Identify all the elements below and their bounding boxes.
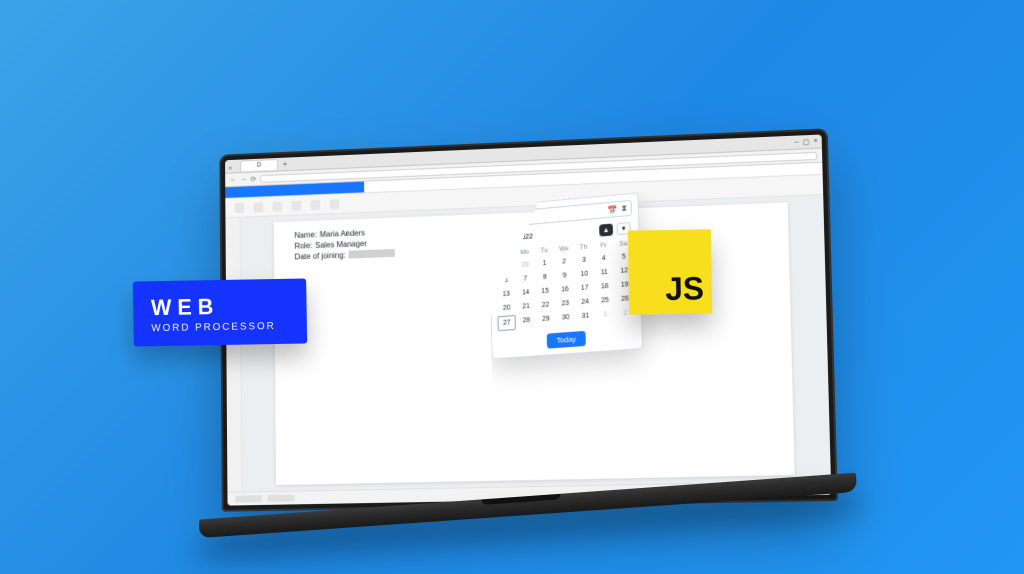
calendar-day[interactable]: 7: [516, 272, 535, 286]
calendar-day[interactable]: 24: [575, 295, 594, 309]
window-close-button[interactable]: ×: [813, 137, 817, 145]
calendar-day[interactable]: 18: [595, 279, 614, 294]
window-menu-icon: ▫: [229, 164, 234, 169]
text-cursor: [500, 215, 501, 224]
ruler-gutter: [225, 218, 242, 492]
calendar-day[interactable]: 27: [497, 315, 516, 331]
toolbar-button[interactable]: [292, 200, 302, 210]
calendar-day[interactable]: 22: [536, 298, 555, 312]
calendar-day[interactable]: 17: [575, 281, 594, 295]
badge-web-line1: WEB: [151, 293, 289, 321]
calendar-day[interactable]: 20: [497, 301, 516, 315]
status-segment: [235, 495, 262, 502]
web-word-processor-badge: WEB WORD PROCESSOR: [133, 278, 307, 346]
role-value: Sales Manager: [315, 239, 367, 250]
calendar-day[interactable]: 14: [516, 286, 535, 300]
date-picker-popover: 📅 ⧗ March 2022 ▲ ▾ SuMoTuWeThFrSa2728123…: [489, 192, 644, 359]
calendar-day[interactable]: 15: [536, 284, 555, 298]
toolbar-button[interactable]: [330, 199, 340, 209]
calendar-grid: SuMoTuWeThFrSa27281234567891011121314151…: [496, 238, 635, 331]
calendar-dow: Mo: [515, 246, 534, 258]
window-maximize-button[interactable]: ▢: [803, 138, 810, 146]
calendar-day[interactable]: 27: [496, 260, 515, 274]
window-minimize-button[interactable]: –: [795, 138, 799, 146]
nav-forward-button[interactable]: →: [240, 176, 247, 183]
name-label: Name:: [294, 230, 317, 240]
laptop-bezel: ▫ D + – ▢ × ← → ⟳: [219, 128, 838, 511]
calendar-day[interactable]: 21: [517, 300, 536, 314]
calendar-dow: Th: [574, 241, 593, 254]
calendar-day[interactable]: 30: [556, 311, 575, 327]
nav-back-button[interactable]: ←: [230, 176, 237, 183]
doj-label: Date of joining:: [295, 251, 346, 262]
calendar-day[interactable]: 25: [595, 293, 614, 307]
calendar-day[interactable]: 28: [516, 258, 535, 272]
calendar-day[interactable]: 10: [575, 267, 594, 281]
laptop-mockup: ▫ D + – ▢ × ← → ⟳: [210, 140, 850, 560]
calendar-prev-button[interactable]: ▲: [599, 224, 613, 237]
toolbar-button[interactable]: [311, 199, 321, 209]
calendar-month-label[interactable]: March 2022: [498, 233, 533, 243]
calendar-day[interactable]: 28: [517, 314, 536, 330]
calendar-dow: Fr: [594, 239, 613, 252]
nav-reload-button[interactable]: ⟳: [251, 175, 257, 183]
javascript-badge: JS: [628, 229, 712, 314]
role-label: Role:: [294, 241, 312, 250]
browser-tab[interactable]: D: [240, 159, 278, 171]
calendar-dow: Su: [496, 248, 515, 260]
calendar-day[interactable]: 9: [555, 269, 574, 283]
window-controls: – ▢ ×: [795, 137, 818, 146]
name-value: Maria Anders: [320, 229, 365, 239]
calendar-day[interactable]: 1: [596, 308, 615, 324]
calendar-day[interactable]: 16: [555, 283, 574, 297]
calendar-dow: We: [554, 243, 573, 255]
calendar-day[interactable]: 29: [536, 312, 555, 328]
calendar-day[interactable]: 6: [497, 273, 516, 287]
tab-strip: D +: [240, 158, 290, 171]
doj-placeholder-field[interactable]: [348, 249, 394, 259]
toolbar-button[interactable]: [235, 203, 245, 213]
new-tab-button[interactable]: +: [280, 159, 290, 168]
toolbar-button[interactable]: [273, 201, 283, 211]
toolbar-button[interactable]: [254, 202, 264, 212]
calendar-day[interactable]: 3: [574, 253, 593, 267]
calendar-day[interactable]: 4: [594, 251, 613, 266]
calendar-day[interactable]: 23: [556, 297, 575, 311]
calendar-day[interactable]: 11: [595, 265, 614, 280]
time-icon[interactable]: ⧗: [621, 203, 627, 213]
calendar-day[interactable]: 31: [576, 309, 595, 325]
calendar-day[interactable]: 13: [497, 287, 516, 301]
calendar-day[interactable]: 2: [555, 255, 574, 269]
calendar-icon[interactable]: 📅: [608, 205, 618, 215]
calendar-dow: Tu: [535, 245, 554, 257]
badge-js-text: JS: [665, 270, 704, 308]
calendar-day[interactable]: 8: [535, 270, 554, 284]
calendar-day[interactable]: 1: [535, 256, 554, 270]
badge-web-line2: WORD PROCESSOR: [151, 321, 289, 334]
status-segment: [268, 495, 295, 502]
calendar-today-button[interactable]: Today: [547, 331, 586, 349]
